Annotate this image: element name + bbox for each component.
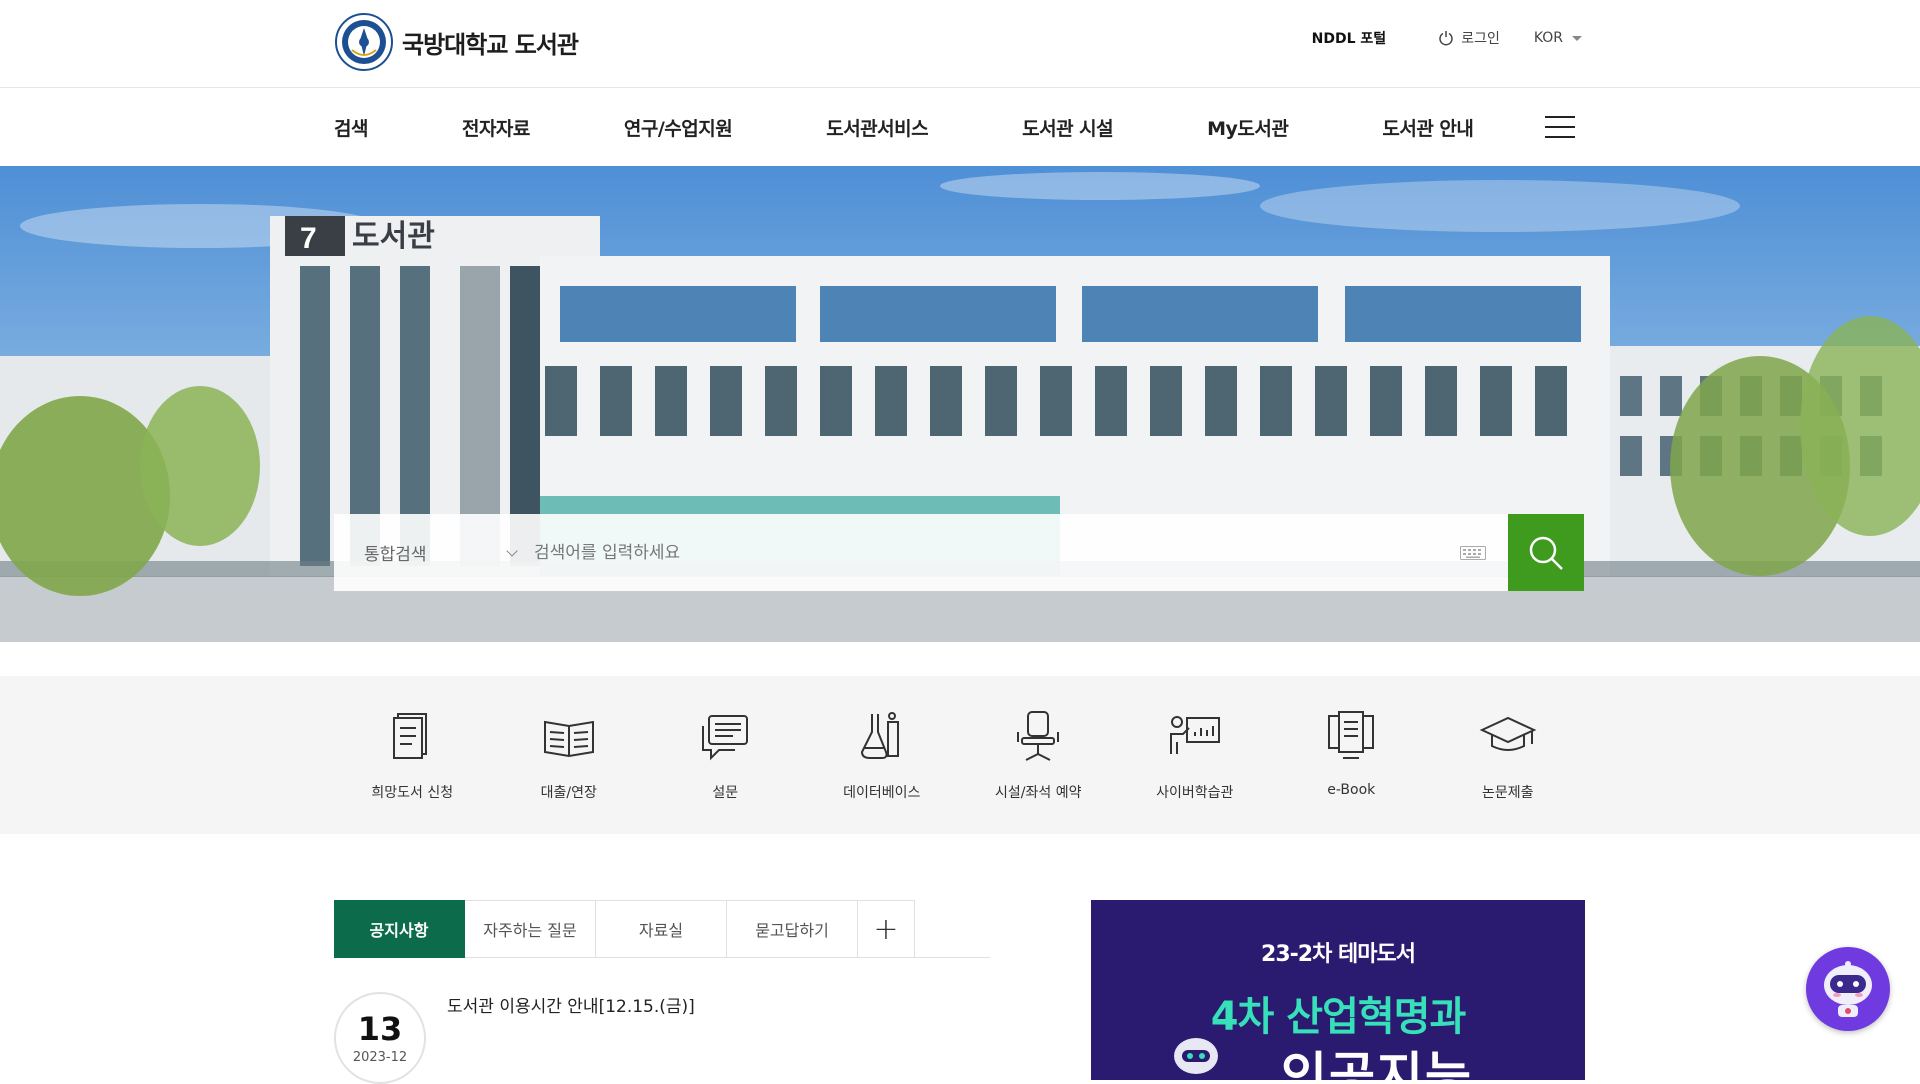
theme-book-banner[interactable]: 23-2차 테마도서 4차 산업혁명과 인공지능 bbox=[1091, 900, 1585, 1080]
utility-links: NDDL 포털 로그인 KOR bbox=[1312, 28, 1582, 48]
nav-item-e-resources[interactable]: 전자자료 bbox=[462, 114, 530, 141]
quick-link-label: e-Book bbox=[1327, 782, 1376, 798]
login-label: 로그인 bbox=[1461, 31, 1500, 47]
quick-link-label: 사이버학습관 bbox=[1156, 785, 1234, 801]
robot-icon bbox=[1174, 1038, 1218, 1074]
quick-link-label: 논문제출 bbox=[1481, 785, 1534, 801]
virtual-keyboard-icon[interactable] bbox=[1438, 545, 1508, 560]
tab-archive[interactable]: 자료실 bbox=[596, 900, 727, 958]
notice-date-badge: 13 2023-12 bbox=[334, 992, 426, 1084]
quick-links: 희망도서 신청 대출/연장 설문 데이터베이스 시설/좌석 예약 사이버학습관 … bbox=[0, 676, 1920, 834]
quick-link-book-request[interactable]: 희망도서 신청 bbox=[334, 676, 491, 834]
portal-link[interactable]: NDDL 포털 bbox=[1312, 28, 1387, 48]
notice-item[interactable]: 13 2023-12 도서관 이용시간 안내[12.15.(금)] bbox=[334, 992, 990, 1084]
more-button[interactable]: + bbox=[858, 900, 915, 958]
search-button[interactable] bbox=[1508, 514, 1584, 591]
presentation-icon bbox=[1169, 716, 1220, 754]
hero-banner: 7 도서관 통합검색 bbox=[0, 166, 1920, 642]
notice-board: 공지사항 자주하는 질문 자료실 묻고답하기 + 13 2023-12 도서관 … bbox=[334, 900, 990, 1084]
quick-link-loan-renewal[interactable]: 대출/연장 bbox=[491, 676, 648, 834]
notice-year-month: 2023-12 bbox=[352, 1049, 408, 1065]
main-navigation: 검색 전자자료 연구/수업지원 도서관서비스 도서관 시설 My도서관 도서관 … bbox=[0, 88, 1920, 166]
chair-icon bbox=[1017, 711, 1060, 761]
quick-link-survey[interactable]: 설문 bbox=[647, 676, 804, 834]
notice-title[interactable]: 도서관 이용시간 안내[12.15.(금)] bbox=[447, 992, 695, 1084]
quick-link-label: 대출/연장 bbox=[540, 785, 597, 801]
quick-link-seat-reservation[interactable]: 시설/좌석 예약 bbox=[960, 676, 1117, 834]
chatbot-button[interactable] bbox=[1806, 947, 1890, 1031]
nav-item-my-library[interactable]: My도서관 bbox=[1207, 114, 1289, 141]
quick-link-label: 설문 bbox=[712, 785, 739, 801]
nav-item-library-facilities[interactable]: 도서관 시설 bbox=[1022, 114, 1114, 141]
building-sign: 도서관 bbox=[352, 219, 435, 254]
top-bar: 국방대학교 도서관 NDDL 포털 로그인 KOR bbox=[0, 0, 1920, 88]
search-icon bbox=[1529, 536, 1563, 570]
building-number: 7 bbox=[300, 222, 317, 255]
nav-item-library-info[interactable]: 도서관 안내 bbox=[1382, 114, 1474, 141]
chatbot-robot-icon bbox=[1824, 961, 1872, 1017]
caret-down-icon bbox=[1572, 35, 1582, 41]
open-book-icon bbox=[543, 720, 594, 758]
language-select[interactable]: KOR bbox=[1534, 30, 1582, 46]
board-tabs: 공지사항 자주하는 질문 자료실 묻고답하기 + bbox=[334, 900, 990, 958]
nav-item-research-support[interactable]: 연구/수업지원 bbox=[624, 114, 733, 141]
quick-link-label: 시설/좌석 예약 bbox=[995, 785, 1082, 801]
site-title: 국방대학교 도서관 bbox=[402, 30, 579, 59]
ebook-monitor-icon bbox=[1328, 711, 1375, 759]
tab-qna[interactable]: 묻고답하기 bbox=[727, 900, 858, 958]
nav-item-search[interactable]: 검색 bbox=[334, 114, 368, 141]
hamburger-menu-icon[interactable] bbox=[1545, 116, 1575, 138]
search-scope-value: 통합검색 bbox=[364, 545, 427, 565]
search-scope-select[interactable]: 통합검색 bbox=[334, 540, 534, 565]
banner-keyword: 인공지능 bbox=[1281, 1047, 1473, 1080]
quick-link-thesis-submission[interactable]: 논문제출 bbox=[1430, 676, 1587, 834]
login-button[interactable]: 로그인 bbox=[1438, 28, 1500, 48]
quick-link-label: 희망도서 신청 bbox=[371, 785, 454, 801]
quick-link-label: 데이터베이스 bbox=[843, 785, 921, 801]
graduation-cap-icon bbox=[1479, 716, 1537, 751]
search-bar: 통합검색 bbox=[334, 514, 1584, 591]
request-book-icon bbox=[393, 713, 428, 759]
chevron-down-icon bbox=[506, 544, 518, 557]
site-logo[interactable]: 국방대학교 도서관 bbox=[334, 12, 579, 72]
tab-notices[interactable]: 공지사항 bbox=[334, 900, 465, 958]
nav-item-library-services[interactable]: 도서관서비스 bbox=[826, 114, 928, 141]
flask-icon bbox=[860, 712, 899, 759]
university-emblem-icon bbox=[335, 13, 393, 71]
quick-link-ebook[interactable]: e-Book bbox=[1273, 676, 1430, 834]
quick-link-cyber-learning[interactable]: 사이버학습관 bbox=[1117, 676, 1274, 834]
chat-survey-icon bbox=[702, 715, 749, 761]
search-input[interactable] bbox=[534, 542, 1438, 563]
notice-day: 13 bbox=[357, 1009, 403, 1048]
power-icon bbox=[1439, 31, 1453, 46]
quick-link-database[interactable]: 데이터베이스 bbox=[804, 676, 961, 834]
banner-subtitle: 23-2차 테마도서 bbox=[1261, 942, 1416, 967]
tab-faq[interactable]: 자주하는 질문 bbox=[465, 900, 596, 958]
language-value: KOR bbox=[1533, 30, 1563, 46]
